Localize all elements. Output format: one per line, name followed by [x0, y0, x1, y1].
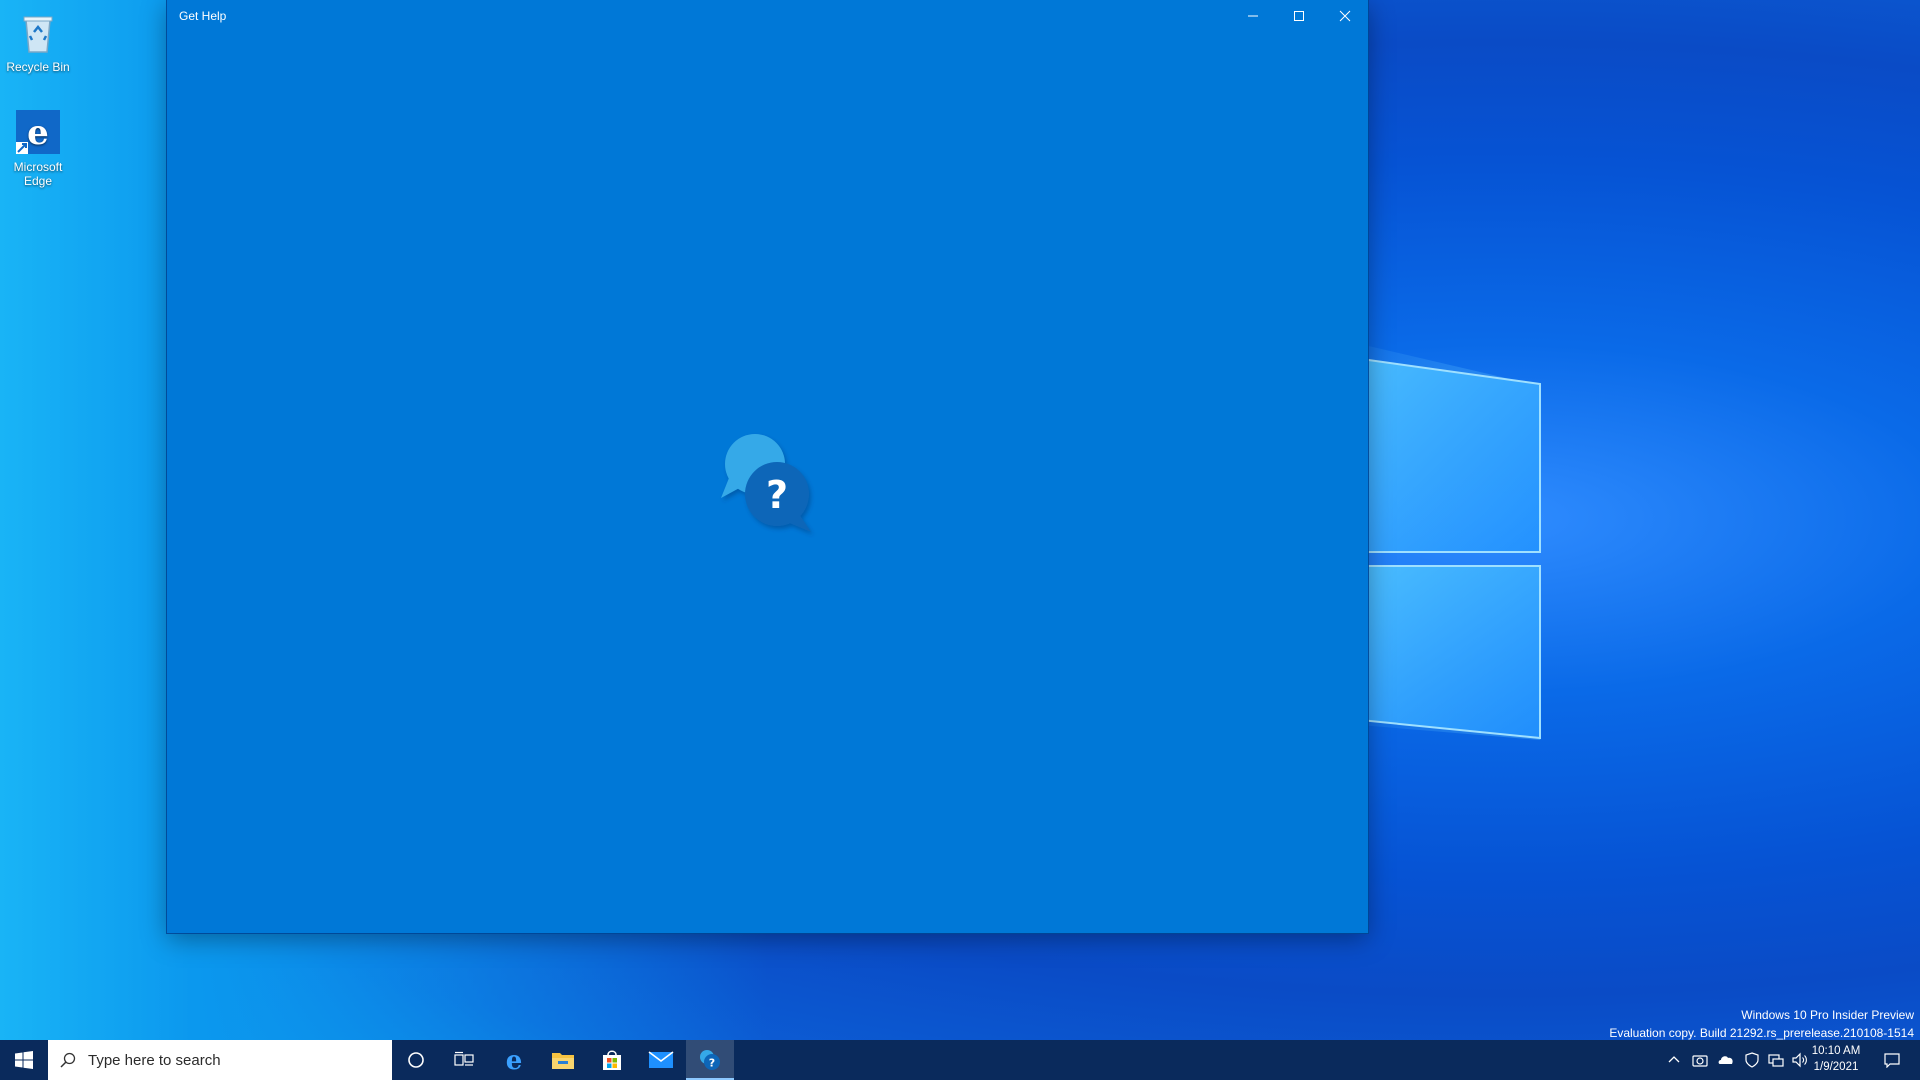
- svg-text:e: e: [27, 113, 49, 153]
- start-icon: [15, 1051, 33, 1069]
- mail-icon: [648, 1051, 674, 1068]
- notification-icon[interactable]: [1884, 1052, 1900, 1068]
- clock-date: 1/9/2021: [1813, 1061, 1859, 1073]
- recycle-bin-icon: [23, 16, 53, 53]
- desktop-icon-label: Recycle Bin: [6, 60, 70, 74]
- watermark-line1: Windows 10 Pro Insider Preview: [1741, 1008, 1914, 1022]
- taskbar-clock[interactable]: 10:10 AM 1/9/2021: [1796, 1043, 1876, 1075]
- taskbar-app-store[interactable]: [588, 1040, 636, 1080]
- edge-icon: e: [16, 110, 60, 154]
- network-icon[interactable]: [1768, 1052, 1784, 1068]
- minimize-icon: [1248, 15, 1258, 17]
- window-title: Get Help: [179, 9, 227, 23]
- maximize-icon: [1294, 11, 1304, 21]
- desktop-icon-recycle-bin[interactable]: Recycle Bin: [0, 8, 76, 74]
- search-input[interactable]: [86, 1050, 370, 1070]
- system-tray: 10:10 AM 1/9/2021: [1660, 1040, 1920, 1080]
- taskbar-app-file-explorer[interactable]: [539, 1040, 587, 1080]
- taskbar-app-mail[interactable]: [637, 1040, 685, 1080]
- file-explorer-icon: [552, 1053, 574, 1069]
- taskbar-app-edge[interactable]: e: [490, 1040, 538, 1080]
- get-help-window[interactable]: Get Help ?: [167, 0, 1368, 933]
- onedrive-icon[interactable]: [1718, 1052, 1734, 1068]
- clock-time: 10:10 AM: [1811, 1045, 1861, 1057]
- svg-text:?: ?: [709, 1057, 715, 1070]
- taskbar: e: [0, 1040, 1920, 1080]
- desktop-icon-label: Microsoft Edge: [13, 160, 63, 188]
- start-button[interactable]: [0, 1040, 48, 1080]
- cortana-icon: [408, 1052, 424, 1068]
- svg-text:e: e: [506, 1048, 523, 1072]
- close-button[interactable]: [1322, 0, 1368, 32]
- desktop-icon-microsoft-edge[interactable]: e Microsoft Edge: [0, 108, 76, 188]
- get-help-icon: ?: [721, 434, 811, 532]
- windows-watermark: Windows 10 Pro Insider Preview Evaluatio…: [1609, 1006, 1914, 1042]
- svg-text:?: ?: [766, 473, 788, 517]
- camera-icon[interactable]: [1692, 1052, 1708, 1068]
- taskbar-search-box[interactable]: [48, 1040, 392, 1080]
- minimize-button[interactable]: [1230, 0, 1276, 32]
- cortana-button[interactable]: [392, 1040, 440, 1080]
- get-help-icon: ?: [700, 1050, 720, 1070]
- edge-icon: e: [506, 1048, 523, 1072]
- title-bar[interactable]: Get Help: [167, 0, 1368, 32]
- task-view-icon: [454, 1051, 474, 1066]
- chevron-up-icon[interactable]: [1666, 1052, 1682, 1068]
- search-icon: [60, 1052, 76, 1068]
- security-icon[interactable]: [1744, 1052, 1760, 1068]
- task-view-button[interactable]: [440, 1040, 488, 1080]
- store-icon: [603, 1050, 621, 1070]
- close-icon: [1339, 10, 1351, 22]
- desktop: Recycle Bin e Microsoft Edge Get Help ? …: [0, 0, 1920, 1080]
- taskbar-app-get-help[interactable]: ?: [686, 1040, 734, 1080]
- maximize-button[interactable]: [1276, 0, 1322, 32]
